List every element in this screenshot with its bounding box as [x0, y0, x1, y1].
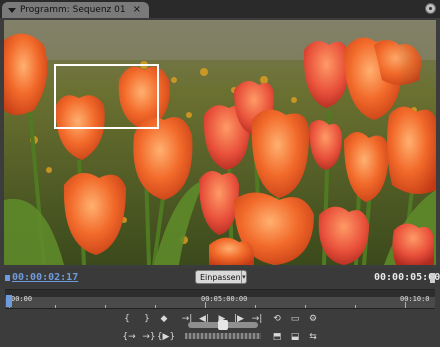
ruler-tick	[255, 305, 256, 308]
trim-button[interactable]: ⇆	[306, 331, 320, 343]
tab-title: Programm: Sequenz 01	[20, 5, 126, 15]
panel-menu-icon[interactable]	[425, 3, 436, 14]
ruler-tick	[105, 305, 106, 308]
program-monitor-tab[interactable]: Programm: Sequenz 01 ×	[2, 2, 149, 18]
lift-button[interactable]: ⬒	[270, 331, 284, 343]
zoom-fit-label: Einpassen	[200, 272, 241, 282]
shuttle-slider[interactable]	[188, 320, 258, 330]
output-settings-button[interactable]: ⚙	[306, 313, 320, 325]
time-ruler[interactable]: 00:00 00:05:00:00 00:10:0	[5, 289, 435, 309]
ruler-tick	[55, 305, 56, 308]
set-marker-button[interactable]: ◆	[157, 313, 171, 325]
jog-wheel[interactable]	[185, 333, 261, 339]
tulip-field-image	[4, 20, 436, 265]
timecode-bar: 00:00:02:17 Einpassen ▾ 00:00:05:00	[0, 268, 440, 288]
ruler-label-middle: 00:05:00:00	[201, 295, 248, 303]
timeline-end-handle[interactable]	[430, 273, 435, 283]
shuttle-knob[interactable]	[218, 320, 228, 330]
set-out-point-button[interactable]: }	[140, 313, 154, 325]
ruler-label-start: 00:00	[11, 295, 33, 303]
timecode-marker-icon	[5, 275, 10, 281]
chevron-down-icon: ▾	[240, 271, 246, 283]
selection-rectangle[interactable]	[54, 64, 159, 129]
program-video-frame[interactable]	[4, 20, 436, 265]
zoom-fit-select[interactable]: Einpassen ▾	[195, 270, 247, 284]
playhead-handle[interactable]	[6, 295, 12, 307]
extract-button[interactable]: ⬓	[288, 331, 302, 343]
play-in-to-out-button[interactable]: {▶}	[156, 331, 176, 343]
ruler-label-end: 00:10:0	[400, 295, 430, 303]
ruler-tick	[305, 305, 306, 308]
close-tab-icon[interactable]: ×	[133, 5, 141, 15]
ruler-tick	[155, 305, 156, 308]
tab-menu-arrow-icon[interactable]	[8, 7, 16, 13]
current-timecode[interactable]: 00:00:02:17	[12, 272, 78, 283]
safe-margins-button[interactable]: ▭	[288, 313, 302, 325]
go-to-in-point-button[interactable]: {→	[120, 331, 138, 343]
loop-button[interactable]: ⟲	[270, 313, 284, 325]
ruler-tick	[355, 305, 356, 308]
panel-tab-bar: Programm: Sequenz 01 ×	[0, 0, 440, 18]
set-in-point-button[interactable]: {	[120, 313, 134, 325]
